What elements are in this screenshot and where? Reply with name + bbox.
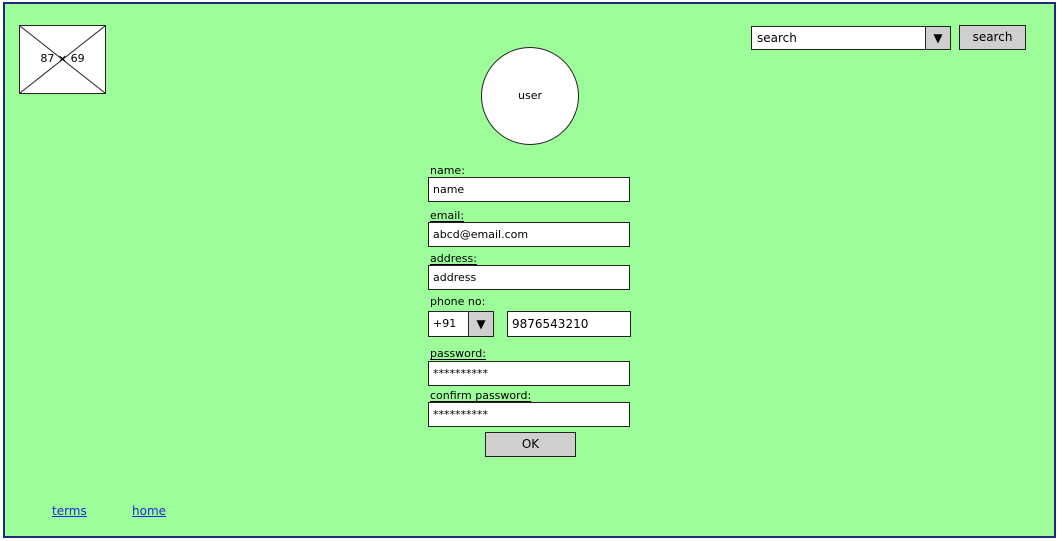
chevron-down-icon[interactable]: ▼ <box>925 27 950 49</box>
search-dropdown-value: search <box>757 31 797 45</box>
page-canvas: 87 × 69 search ▼ search user name: name … <box>3 2 1056 538</box>
search-button[interactable]: search <box>959 25 1026 50</box>
country-code-value: +91 <box>433 317 457 330</box>
search-dropdown[interactable]: search ▼ <box>751 26 951 50</box>
password-label: password: <box>430 347 486 360</box>
confirm-password-label: confirm password: <box>430 389 532 402</box>
address-input[interactable]: address <box>428 265 630 290</box>
ok-button[interactable]: OK <box>485 432 576 457</box>
name-input[interactable]: name <box>428 177 630 202</box>
user-avatar: user <box>481 47 579 145</box>
phone-input[interactable]: 9876543210 <box>507 311 631 337</box>
terms-link[interactable]: terms <box>52 504 87 518</box>
name-label: name: <box>430 164 465 177</box>
confirm-password-input[interactable]: ********** <box>428 402 630 427</box>
logo-placeholder: 87 × 69 <box>19 25 106 94</box>
chevron-down-icon[interactable]: ▼ <box>468 312 493 336</box>
logo-placeholder-text: 87 × 69 <box>40 52 85 65</box>
email-input[interactable]: abcd@email.com <box>428 222 630 247</box>
country-code-dropdown[interactable]: +91 ▼ <box>428 311 494 337</box>
address-label: address: <box>430 252 477 265</box>
email-label: email: <box>430 209 465 222</box>
phone-label: phone no: <box>430 295 486 308</box>
password-input[interactable]: ********** <box>428 361 630 386</box>
home-link[interactable]: home <box>132 504 166 518</box>
